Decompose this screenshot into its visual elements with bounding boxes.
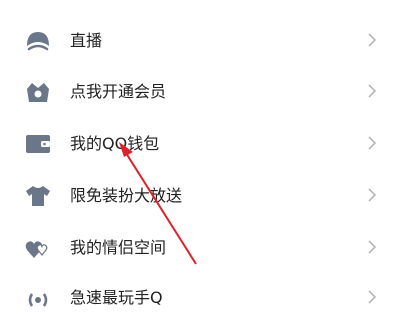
menu-item-qq-wallet[interactable]: 我的QQ钱包: [0, 118, 400, 170]
chevron-right-icon: [368, 240, 377, 254]
menu-item-label: 急速最玩手Q: [70, 288, 163, 307]
chevron-right-icon: [368, 33, 377, 47]
menu-item-vip[interactable]: 点我开通会员: [0, 66, 400, 118]
live-icon: [27, 32, 49, 51]
menu-item-label: 点我开通会员: [70, 82, 167, 101]
menu-item-free-outfits[interactable]: 限免装扮大放送: [0, 170, 400, 222]
chevron-right-icon: [368, 290, 377, 304]
menu-item-live[interactable]: 直播: [0, 15, 400, 67]
menu-item-label: 我的QQ钱包: [70, 134, 160, 153]
broadcast-icon: [28, 293, 48, 307]
shirt-icon: [26, 186, 50, 206]
menu-item-label: 我的情侣空间: [70, 238, 167, 257]
menu-item-couple-space[interactable]: 我的情侣空间: [0, 222, 400, 274]
chevron-right-icon: [368, 136, 377, 150]
menu-item-broadcast[interactable]: 急速最玩手Q: [0, 272, 400, 324]
vip-icon: [27, 83, 49, 102]
menu-item-label: 限免装扮大放送: [70, 186, 183, 205]
wallet-icon: [26, 135, 50, 153]
menu-list: 直播 点我开通会员 我的QQ钱包 限免装扮大放送 我的情侣空间 急速最玩手Q: [0, 0, 400, 307]
couple-hearts-icon: [25, 241, 48, 258]
chevron-right-icon: [368, 84, 377, 98]
menu-item-label: 直播: [70, 31, 103, 50]
chevron-right-icon: [368, 188, 377, 202]
